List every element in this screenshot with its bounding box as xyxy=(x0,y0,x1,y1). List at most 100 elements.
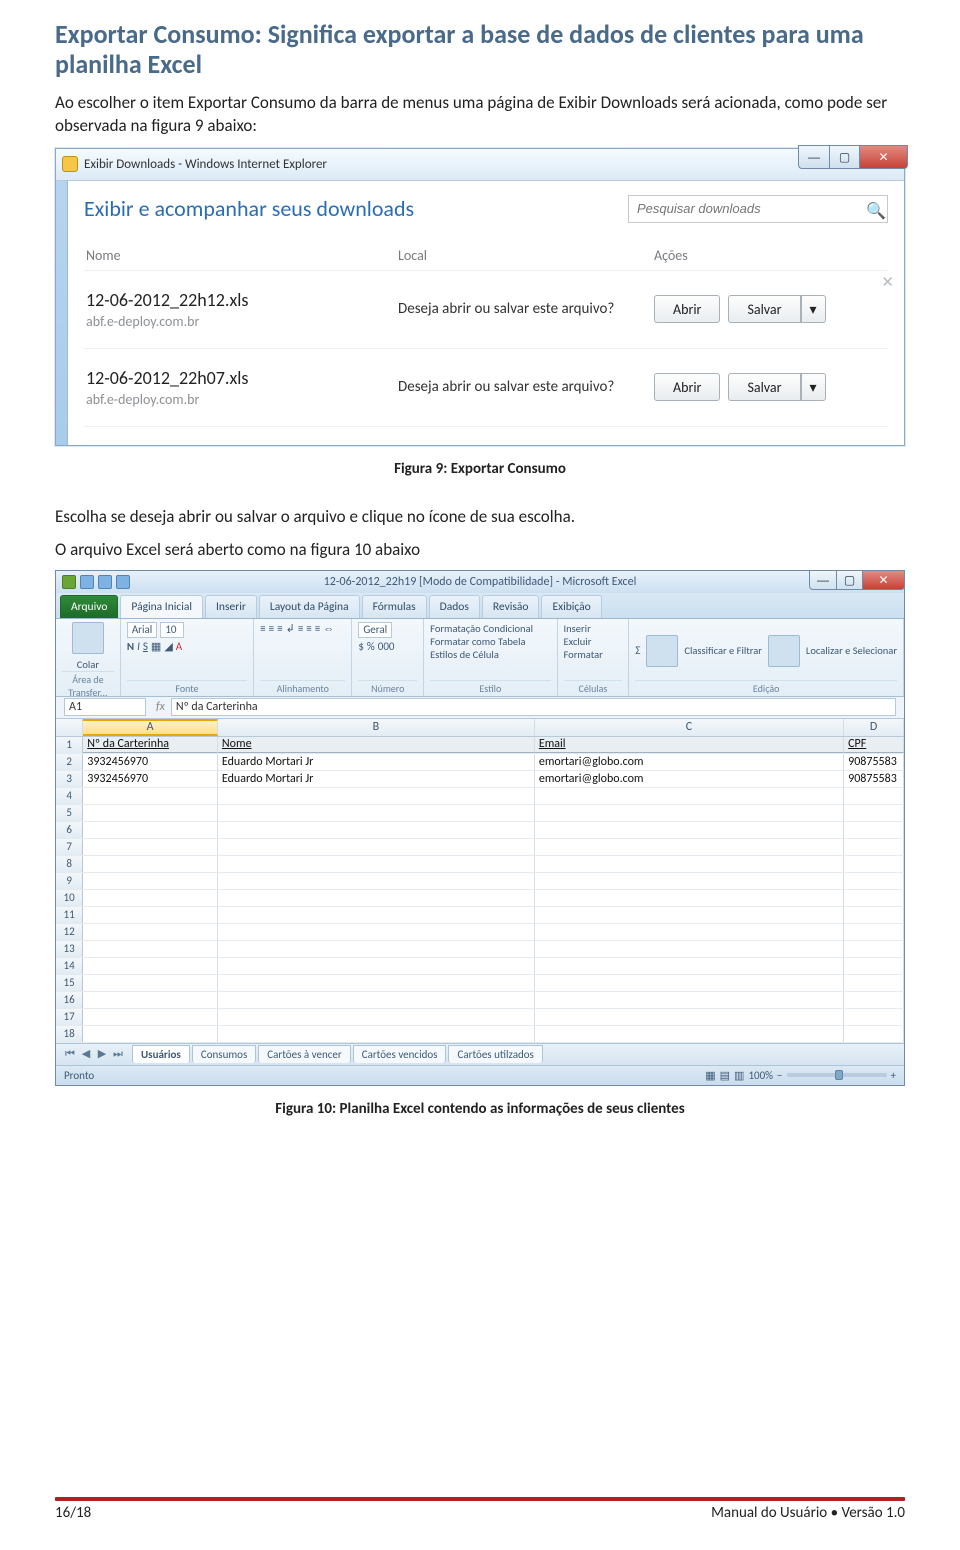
cell[interactable] xyxy=(218,924,535,940)
italic-icon[interactable]: I xyxy=(137,640,140,653)
spreadsheet-grid[interactable]: A B C D 1Nº da CarterinhaNomeEmailCPF239… xyxy=(56,719,904,1043)
cell[interactable] xyxy=(844,992,904,1008)
tab-formulas[interactable]: Fórmulas xyxy=(362,595,427,618)
excel-minimize-button[interactable]: — xyxy=(809,570,837,590)
cell[interactable] xyxy=(844,1009,904,1025)
cell[interactable] xyxy=(535,822,844,838)
tab-insert[interactable]: Inserir xyxy=(205,595,257,618)
align-top-icon[interactable]: ≡ xyxy=(260,622,265,635)
merge-icon[interactable]: ⇔ xyxy=(323,622,334,635)
thousands-icon[interactable]: 000 xyxy=(378,640,395,653)
underline-icon[interactable]: S xyxy=(143,640,148,653)
cell[interactable] xyxy=(844,924,904,940)
cell[interactable] xyxy=(218,873,535,889)
tab-layout[interactable]: Layout da Página xyxy=(259,595,360,618)
cell[interactable] xyxy=(218,839,535,855)
row-header[interactable]: 5 xyxy=(56,805,83,821)
excel-maximize-button[interactable]: ▢ xyxy=(837,570,863,590)
row-header[interactable]: 4 xyxy=(56,788,83,804)
view-normal-icon[interactable]: ▦ xyxy=(705,1069,715,1082)
cell[interactable] xyxy=(83,958,218,974)
tab-file[interactable]: Arquivo xyxy=(60,595,118,618)
border-icon[interactable]: ▦ xyxy=(151,640,161,653)
cell[interactable] xyxy=(535,1026,844,1042)
grid-row[interactable]: 12 xyxy=(56,924,904,941)
cell[interactable] xyxy=(844,839,904,855)
row-header[interactable]: 7 xyxy=(56,839,83,855)
zoom-in-button[interactable]: + xyxy=(891,1069,896,1082)
sheet-tab[interactable]: Cartões utilzados xyxy=(448,1045,542,1063)
row-header[interactable]: 14 xyxy=(56,958,83,974)
cell[interactable] xyxy=(218,890,535,906)
open-button[interactable]: Abrir xyxy=(654,373,720,401)
row-header[interactable]: 8 xyxy=(56,856,83,872)
fill-color-icon[interactable]: ◢ xyxy=(164,640,172,653)
cell[interactable] xyxy=(83,788,218,804)
open-button[interactable]: Abrir xyxy=(654,295,720,323)
row-header[interactable]: 1 xyxy=(56,737,83,753)
format-as-table-button[interactable]: Formatar como Tabela xyxy=(430,635,525,648)
align-right-icon[interactable]: ≡ xyxy=(315,622,320,635)
grid-row[interactable]: 5 xyxy=(56,805,904,822)
row-header[interactable]: 15 xyxy=(56,975,83,991)
cell[interactable] xyxy=(844,958,904,974)
cells-insert-button[interactable]: Inserir xyxy=(564,622,591,635)
grid-row[interactable]: 11 xyxy=(56,907,904,924)
row-header[interactable]: 10 xyxy=(56,890,83,906)
row-header[interactable]: 17 xyxy=(56,1009,83,1025)
fx-icon[interactable]: fx xyxy=(156,700,165,714)
cell[interactable]: Email xyxy=(535,737,844,753)
save-dropdown-button[interactable]: ▾ xyxy=(801,373,826,401)
tab-home[interactable]: Página Inicial xyxy=(120,595,203,618)
grid-row[interactable]: 9 xyxy=(56,873,904,890)
cell[interactable] xyxy=(844,788,904,804)
grid-row[interactable]: 8 xyxy=(56,856,904,873)
cells-format-button[interactable]: Formatar xyxy=(564,648,603,661)
cell[interactable]: 90875583 xyxy=(844,754,904,770)
col-header-a[interactable]: A xyxy=(83,719,218,736)
cell[interactable] xyxy=(218,1026,535,1042)
col-header-d[interactable]: D xyxy=(844,719,904,736)
cell[interactable] xyxy=(535,856,844,872)
grid-row[interactable]: 13 xyxy=(56,941,904,958)
select-all-corner[interactable] xyxy=(56,719,83,736)
font-size-combo[interactable]: 10 xyxy=(160,622,184,638)
search-input[interactable] xyxy=(628,195,888,223)
cell[interactable] xyxy=(535,941,844,957)
cell[interactable] xyxy=(83,975,218,991)
cell[interactable] xyxy=(844,975,904,991)
sheet-tab[interactable]: Consumos xyxy=(192,1045,256,1063)
autosum-icon[interactable]: Σ xyxy=(635,644,640,657)
save-button[interactable]: Salvar xyxy=(728,373,800,401)
cell[interactable] xyxy=(218,856,535,872)
minimize-button[interactable]: — xyxy=(798,145,830,169)
cell[interactable] xyxy=(844,873,904,889)
row-header[interactable]: 2 xyxy=(56,754,83,770)
qat-undo-icon[interactable] xyxy=(98,575,112,589)
zoom-out-button[interactable]: − xyxy=(777,1069,782,1082)
align-left-icon[interactable]: ≡ xyxy=(298,622,303,635)
qat-save-icon[interactable] xyxy=(80,575,94,589)
cell[interactable] xyxy=(83,941,218,957)
sort-filter-icon[interactable] xyxy=(646,635,678,667)
grid-row[interactable]: 33932456970Eduardo Mortari Jremortari@gl… xyxy=(56,771,904,788)
row-close-icon[interactable]: ✕ xyxy=(881,273,894,292)
sheet-tab[interactable]: Cartões vencidos xyxy=(353,1045,447,1063)
cell[interactable] xyxy=(535,975,844,991)
save-button[interactable]: Salvar xyxy=(728,295,800,323)
grid-row[interactable]: 23932456970Eduardo Mortari Jremortari@gl… xyxy=(56,754,904,771)
qat-redo-icon[interactable] xyxy=(116,575,130,589)
cell[interactable]: Eduardo Mortari Jr xyxy=(218,771,535,787)
cell[interactable] xyxy=(218,958,535,974)
row-header[interactable]: 12 xyxy=(56,924,83,940)
cell[interactable]: CPF xyxy=(844,737,904,753)
align-center-icon[interactable]: ≡ xyxy=(306,622,311,635)
cell[interactable] xyxy=(83,924,218,940)
maximize-button[interactable]: ▢ xyxy=(830,145,860,169)
align-mid-icon[interactable]: ≡ xyxy=(269,622,274,635)
cell[interactable] xyxy=(844,805,904,821)
cell[interactable] xyxy=(535,839,844,855)
grid-row[interactable]: 7 xyxy=(56,839,904,856)
grid-row[interactable]: 17 xyxy=(56,1009,904,1026)
cell[interactable] xyxy=(83,822,218,838)
